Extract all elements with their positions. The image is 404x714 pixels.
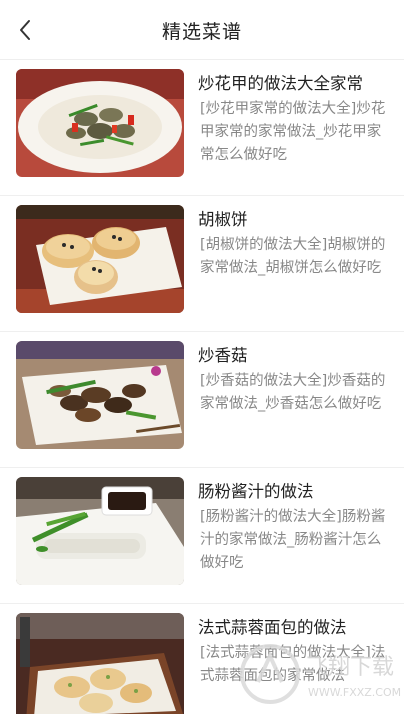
- recipe-list: 炒花甲的做法大全家常 [炒花甲家常的做法大全]炒花甲家常的家常做法_炒花甲家常怎…: [0, 60, 404, 714]
- recipe-title: 肠粉酱汁的做法: [198, 482, 314, 501]
- recipe-description: [炒香菇的做法大全]炒香菇的家常做法_炒香菇怎么做好吃: [200, 373, 386, 412]
- top-nav-bar: 精选菜谱: [0, 0, 404, 60]
- recipe-title: 胡椒饼: [198, 210, 248, 229]
- site-watermark: 飞翔下载 WWW.FXXZ.COM: [236, 626, 404, 714]
- recipe-title: 炒香菇: [198, 346, 248, 365]
- recipe-item[interactable]: 胡椒饼 [胡椒饼的做法大全]胡椒饼的家常做法_胡椒饼怎么做好吃: [0, 196, 404, 332]
- recipe-thumbnail: [16, 477, 184, 585]
- page-title: 精选菜谱: [161, 21, 242, 43]
- recipe-thumbnail: [16, 613, 184, 714]
- recipe-description: [炒花甲家常的做法大全]炒花甲家常的家常做法_炒花甲家常怎么做好吃: [200, 101, 386, 163]
- recipe-thumbnail: [16, 341, 184, 449]
- recipe-item[interactable]: 肠粉酱汁的做法 [肠粉酱汁的做法大全]肠粉酱汁的家常做法_肠粉酱汁怎么做好吃: [0, 468, 404, 604]
- recipe-thumbnail: [16, 69, 184, 177]
- recipe-description: [肠粉酱汁的做法大全]肠粉酱汁的家常做法_肠粉酱汁怎么做好吃: [200, 509, 386, 571]
- recipe-item[interactable]: 炒花甲的做法大全家常 [炒花甲家常的做法大全]炒花甲家常的家常做法_炒花甲家常怎…: [0, 60, 404, 196]
- watermark-url: WWW.FXXZ.COM: [308, 686, 401, 699]
- recipe-thumbnail: [16, 205, 184, 313]
- recipe-description: [胡椒饼的做法大全]胡椒饼的家常做法_胡椒饼怎么做好吃: [200, 237, 386, 276]
- recipe-title: 炒花甲的做法大全家常: [198, 74, 363, 93]
- watermark-text: 飞翔下载: [306, 655, 394, 680]
- recipe-item[interactable]: 炒香菇 [炒香菇的做法大全]炒香菇的家常做法_炒香菇怎么做好吃: [0, 332, 404, 468]
